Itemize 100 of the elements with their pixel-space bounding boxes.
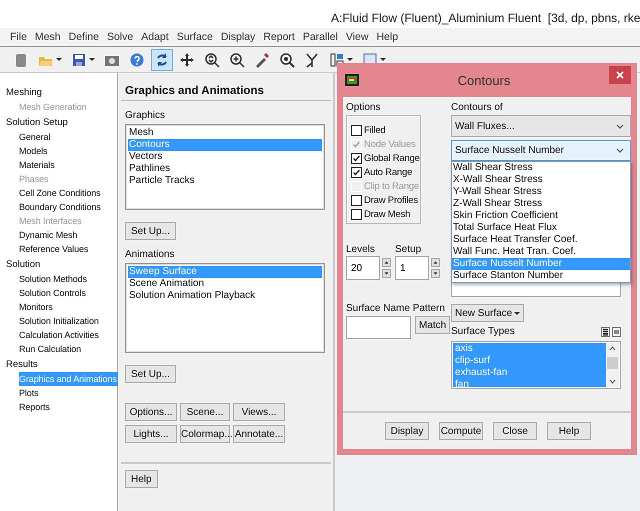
nav-item[interactable]: Dynamic Mesh bbox=[19, 228, 78, 242]
up-arrow-icon[interactable] bbox=[382, 258, 391, 267]
nav-item[interactable]: Cell Zone Conditions bbox=[19, 186, 102, 200]
checkbox-label: Auto Range bbox=[364, 166, 412, 178]
caret-icon bbox=[56, 58, 62, 61]
list-item[interactable]: Mesh bbox=[128, 127, 322, 139]
list-item[interactable]: Particle Tracks bbox=[128, 175, 322, 187]
nav-item[interactable]: Solution Methods bbox=[19, 272, 88, 286]
block-icon bbox=[13, 52, 29, 68]
nav-item[interactable]: Reports bbox=[19, 400, 51, 414]
checkbox-label: Node Values bbox=[364, 138, 416, 150]
dialog-button[interactable]: Close bbox=[493, 422, 537, 440]
dropdown[interactable]: Wall Fluxes... bbox=[451, 115, 631, 137]
panel-title: Graphics and Animations bbox=[125, 85, 264, 97]
nav-item[interactable]: Solution Initialization bbox=[19, 314, 100, 328]
dropdown-option[interactable]: Z-Wall Shear Stress bbox=[452, 198, 630, 210]
window-title: A:Fluid Flow (Fluent)_Aluminium Fluent [3d, dp, pbns, rke bbox=[331, 11, 640, 25]
panel-button[interactable]: Options... bbox=[125, 403, 177, 421]
nav-heading[interactable]: Solution bbox=[6, 258, 40, 272]
checkbox[interactable] bbox=[351, 194, 362, 206]
checkbox-label: Global Range bbox=[364, 152, 420, 164]
nav-item[interactable]: Monitors bbox=[19, 300, 54, 314]
menu-item[interactable]: Surface bbox=[172, 31, 217, 43]
menu-item[interactable]: File bbox=[6, 31, 31, 43]
toolbar-button[interactable] bbox=[151, 48, 173, 70]
number-field[interactable]: 1 bbox=[395, 256, 429, 280]
nav-item[interactable]: General bbox=[19, 130, 52, 144]
menu-item[interactable]: Adapt bbox=[137, 31, 173, 43]
scrollbar[interactable] bbox=[606, 343, 619, 387]
nav-heading[interactable]: Results bbox=[6, 358, 38, 372]
checkbox[interactable] bbox=[351, 124, 362, 136]
dropdown-option[interactable]: Total Surface Heat Flux bbox=[452, 222, 630, 234]
checkbox-label: Clip to Range bbox=[364, 180, 419, 192]
nav-item[interactable]: Run Calculation bbox=[19, 342, 82, 356]
checkbox[interactable] bbox=[351, 208, 362, 220]
help-button[interactable]: Help bbox=[125, 470, 158, 488]
nav-heading[interactable]: Meshing bbox=[6, 86, 42, 100]
help-icon bbox=[129, 52, 145, 68]
menu-item[interactable]: Mesh bbox=[30, 31, 65, 43]
match-button[interactable]: Match bbox=[415, 316, 450, 334]
select-all-icon[interactable] bbox=[601, 327, 610, 337]
list-item[interactable]: Pathlines bbox=[128, 163, 322, 175]
menu-item[interactable]: Solve bbox=[102, 31, 138, 43]
menu-item[interactable]: Parallel bbox=[298, 31, 342, 43]
dialog-button[interactable]: Compute bbox=[439, 422, 483, 440]
menu-item[interactable]: Define bbox=[64, 31, 103, 43]
menu-item[interactable]: Report bbox=[259, 31, 299, 43]
caret-icon bbox=[347, 58, 353, 61]
setup-button[interactable]: Set Up... bbox=[125, 222, 176, 240]
menu-item[interactable]: Help bbox=[372, 31, 402, 43]
number-field[interactable]: 20 bbox=[346, 256, 380, 280]
list-item[interactable]: Scene Animation bbox=[128, 278, 322, 290]
panel-button[interactable]: Views... bbox=[233, 403, 285, 421]
checkbox[interactable] bbox=[351, 152, 362, 164]
dropdown[interactable]: Surface Nusselt Number bbox=[451, 140, 631, 161]
dropdown-option[interactable]: Y-Wall Shear Stress bbox=[452, 186, 630, 198]
close-button[interactable] bbox=[609, 66, 631, 84]
chevron-icon bbox=[616, 124, 624, 128]
list-box[interactable]: Sweep Surface Scene Animation Solution Animation Playback bbox=[125, 263, 325, 353]
list-box[interactable]: Mesh Contours Vectors Pathlines Particle Tracks bbox=[125, 124, 325, 210]
layout-icon bbox=[329, 52, 345, 68]
panel-button[interactable]: Lights... bbox=[125, 425, 177, 443]
dropdown-option[interactable]: Skin Friction Coefficient bbox=[452, 210, 630, 222]
dropdown-option[interactable]: Surface Stanton Number bbox=[452, 270, 630, 282]
nav-heading[interactable]: Solution Setup bbox=[6, 116, 68, 130]
nav-item[interactable]: Materials bbox=[19, 158, 56, 172]
nav-item[interactable]: Calculation Activities bbox=[19, 328, 100, 342]
new-surface-button[interactable]: New Surface bbox=[451, 304, 524, 322]
magnifier-icon bbox=[279, 52, 295, 68]
nav-item[interactable]: Models bbox=[19, 144, 48, 158]
menu-item[interactable]: View bbox=[342, 31, 372, 43]
nav-item[interactable]: Plots bbox=[19, 386, 40, 400]
down-arrow-icon[interactable] bbox=[431, 269, 440, 278]
close-icon bbox=[616, 71, 624, 79]
zoom-in-icon bbox=[229, 52, 245, 68]
list-item[interactable]: Vectors bbox=[128, 151, 322, 163]
group-label: Options bbox=[346, 102, 380, 114]
setup-button[interactable]: Set Up... bbox=[125, 365, 176, 383]
dialog-button[interactable]: Display bbox=[385, 422, 429, 440]
panel-button[interactable]: Annotate... bbox=[233, 425, 285, 443]
input-field[interactable] bbox=[346, 316, 411, 339]
dropdown-option[interactable]: X-Wall Shear Stress bbox=[452, 174, 630, 186]
nav-item[interactable]: Solution Controls bbox=[19, 286, 87, 300]
dialog-title: Contours bbox=[456, 72, 512, 88]
up-arrow-icon[interactable] bbox=[431, 258, 440, 267]
checkbox[interactable] bbox=[351, 166, 362, 178]
panel-button[interactable]: Scene... bbox=[180, 403, 230, 421]
menu-item[interactable]: Display bbox=[216, 31, 260, 43]
app-icon bbox=[345, 74, 359, 86]
dropdown-option[interactable]: Wall Func. Heat Tran. Coef. bbox=[452, 246, 630, 258]
caret-icon bbox=[514, 312, 520, 314]
dialog-button[interactable]: Help bbox=[547, 422, 591, 440]
down-arrow-icon[interactable] bbox=[382, 269, 391, 278]
nav-item[interactable]: Boundary Conditions bbox=[19, 200, 102, 214]
dropdown-option[interactable]: Surface Heat Transfer Coef. bbox=[452, 234, 630, 246]
deselect-icon[interactable] bbox=[612, 327, 621, 337]
panel-button[interactable]: Colormap... bbox=[180, 425, 230, 443]
list-item[interactable]: Solution Animation Playback bbox=[128, 290, 322, 302]
nav-item[interactable]: Reference Values bbox=[19, 242, 90, 256]
dropdown-option[interactable]: Wall Shear Stress bbox=[452, 162, 630, 174]
